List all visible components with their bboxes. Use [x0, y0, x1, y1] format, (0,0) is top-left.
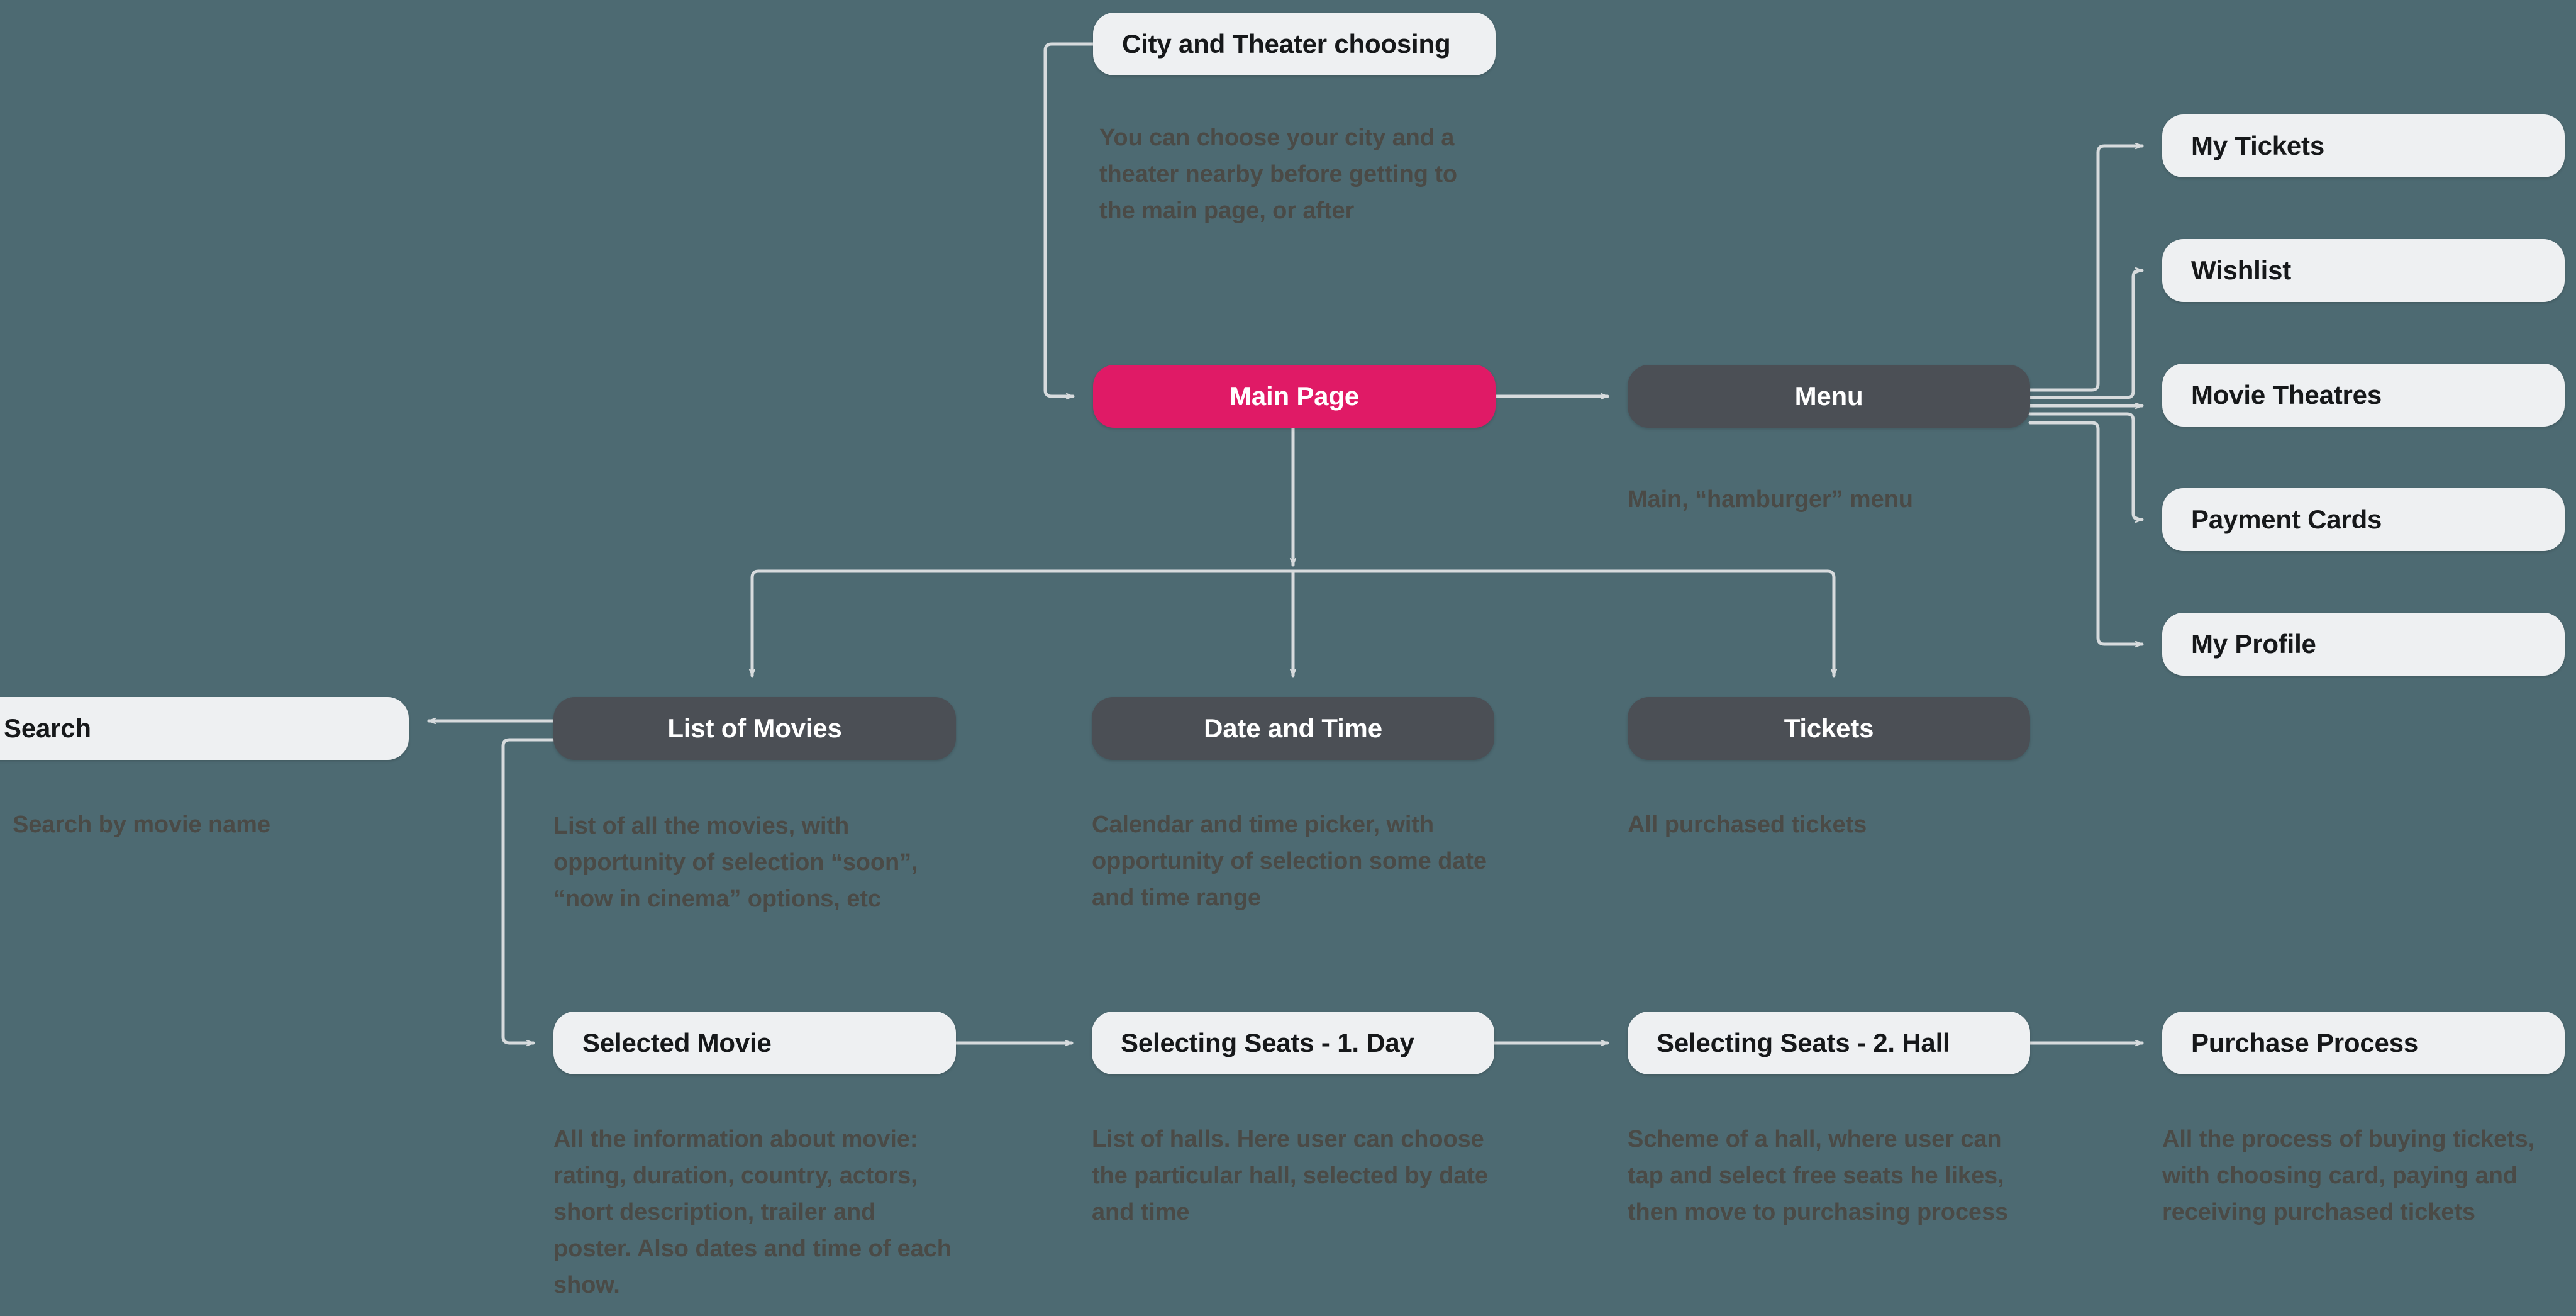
node-label-my_profile: My Profile — [2191, 629, 2316, 659]
node-tickets[interactable]: Tickets — [1628, 697, 2030, 760]
caption-list_of_movies: List of all the movies, with opportunity… — [553, 813, 918, 912]
node-wishlist[interactable]: Wishlist — [2162, 239, 2565, 302]
node-city_theater[interactable]: City and Theater choosing — [1093, 13, 1496, 75]
node-label-payment_cards: Payment Cards — [2191, 505, 2382, 534]
caption-city_theater: You can choose your city and a theater n… — [1099, 125, 1457, 224]
caption-selected_movie: All the information about movie: rating,… — [553, 1126, 952, 1298]
caption-purchase_process: All the process of buying tickets, with … — [2162, 1126, 2535, 1225]
node-menu[interactable]: Menu — [1628, 365, 2030, 428]
node-my_profile[interactable]: My Profile — [2162, 613, 2565, 676]
node-label-seats_hall: Selecting Seats - 2. Hall — [1657, 1028, 1950, 1057]
node-label-my_tickets: My Tickets — [2191, 131, 2324, 160]
node-label-seats_day: Selecting Seats - 1. Day — [1121, 1028, 1414, 1057]
caption-seats_day: List of halls. Here user can choose the … — [1092, 1126, 1488, 1225]
connector-bus-to-list_of_movies — [752, 569, 1295, 678]
node-my_tickets[interactable]: My Tickets — [2162, 114, 2565, 177]
caption-date_and_time: Calendar and time picker, with opportuni… — [1092, 811, 1487, 911]
node-label-list_of_movies: List of Movies — [667, 713, 842, 743]
node-list_of_movies[interactable]: List of Movies — [553, 697, 956, 760]
node-label-selected_movie: Selected Movie — [582, 1028, 772, 1057]
node-label-menu: Menu — [1794, 381, 1863, 411]
node-label-search: Search — [4, 713, 91, 743]
node-label-purchase_process: Purchase Process — [2191, 1028, 2419, 1057]
node-label-main_page: Main Page — [1230, 381, 1359, 411]
node-date_and_time[interactable]: Date and Time — [1092, 697, 1494, 760]
caption-tickets: All purchased tickets — [1628, 811, 1867, 838]
caption-seats_hall: Scheme of a hall, where user can tap and… — [1628, 1126, 2009, 1225]
flow-diagram-canvas: City and Theater choosing Main Page Menu My… — [0, 0, 2576, 1316]
node-label-city_theater: City and Theater choosing — [1122, 29, 1451, 59]
caption-menu: Main, “hamburger” menu — [1628, 486, 1913, 513]
node-seats_day[interactable]: Selecting Seats - 1. Day — [1092, 1012, 1494, 1074]
node-main_page[interactable]: Main Page — [1093, 365, 1496, 428]
connector-menu-to-wishlist — [2028, 270, 2144, 399]
node-label-movie_theatres: Movie Theatres — [2191, 380, 2382, 410]
node-label-date_and_time: Date and Time — [1204, 713, 1382, 743]
node-purchase_process[interactable]: Purchase Process — [2162, 1012, 2565, 1074]
connector-menu-to-my_profile — [2028, 421, 2144, 644]
connector-list_of_movies-to-selected_movie — [501, 738, 555, 1043]
connector-bus-to-tickets — [1291, 569, 1834, 678]
node-movie_theatres[interactable]: Movie Theatres — [2162, 364, 2565, 427]
connector-menu-to-my_tickets — [2028, 146, 2144, 392]
node-label-wishlist: Wishlist — [2191, 255, 2292, 285]
connector-menu-to-payment_cards — [2028, 412, 2144, 520]
node-payment_cards[interactable]: Payment Cards — [2162, 488, 2565, 551]
caption-search: Search by movie name — [13, 811, 270, 838]
node-seats_hall[interactable]: Selecting Seats - 2. Hall — [1628, 1012, 2030, 1074]
connector-city_theater-to-main_page — [1043, 42, 1095, 396]
node-selected_movie[interactable]: Selected Movie — [553, 1012, 956, 1074]
node-label-tickets: Tickets — [1784, 713, 1874, 743]
node-search[interactable]: Search — [0, 697, 409, 760]
